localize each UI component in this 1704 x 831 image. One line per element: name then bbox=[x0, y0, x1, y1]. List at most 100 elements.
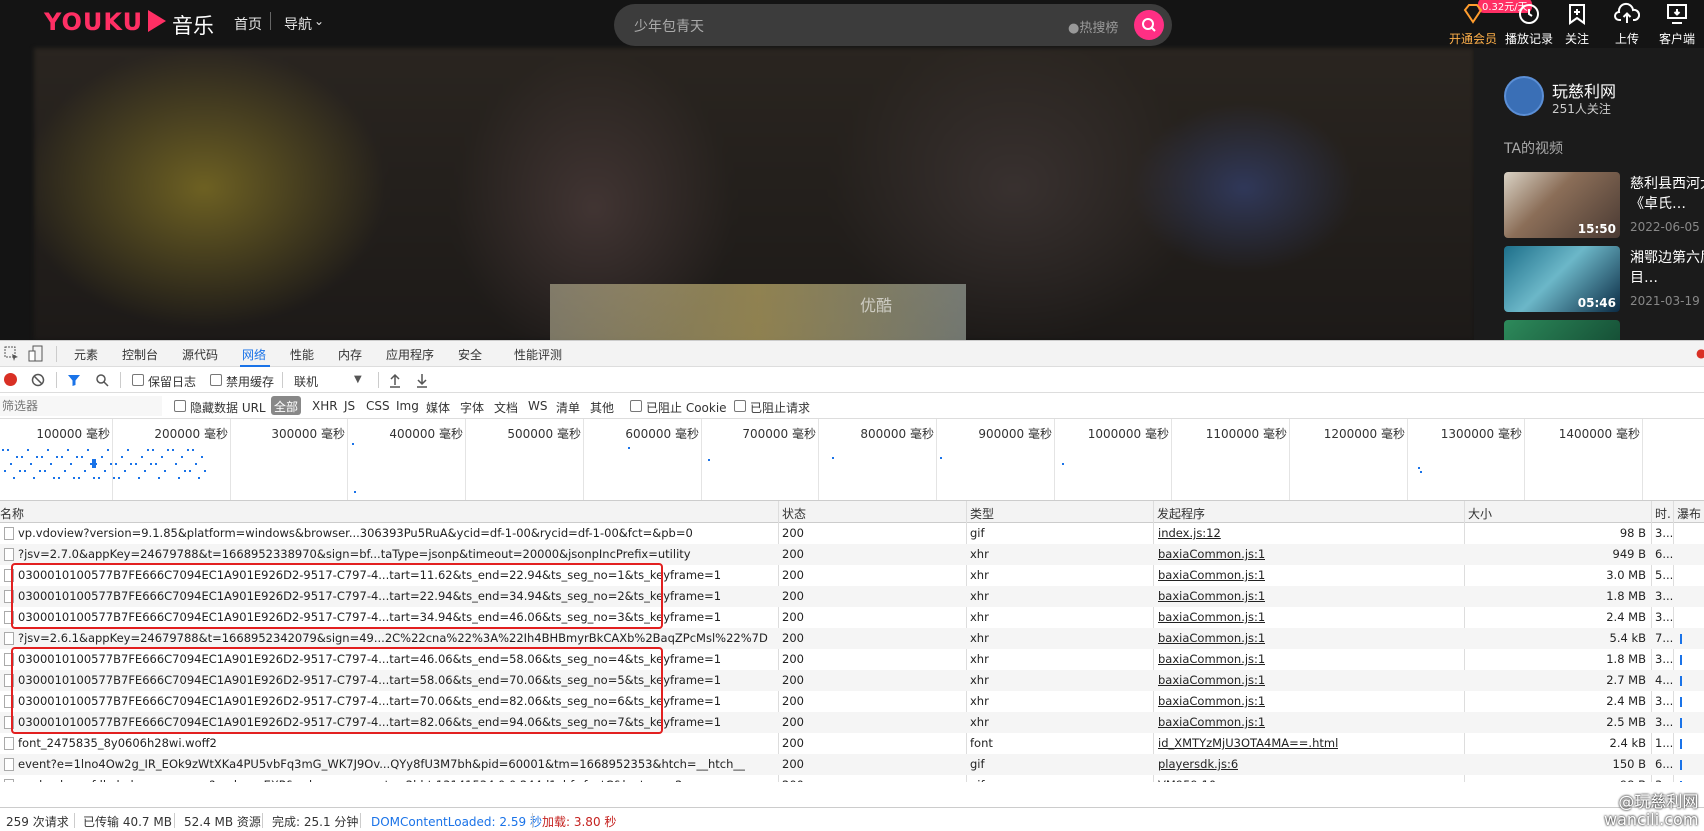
column-type[interactable]: 类型 bbox=[970, 505, 994, 522]
youku-logo[interactable]: YOUKU bbox=[44, 8, 143, 36]
column-size[interactable]: 大小 bbox=[1468, 505, 1492, 522]
request-initiator-link[interactable]: baxiaCommon.js:1 bbox=[1158, 547, 1265, 561]
tab-lighthouse[interactable]: 性能评测 bbox=[514, 346, 562, 363]
filter-media[interactable]: 媒体 bbox=[426, 399, 450, 416]
request-name[interactable]: ?jsv=2.7.0&appKey=24679788&t=16689523389… bbox=[18, 547, 778, 561]
request-name[interactable]: ?jsv=2.6.1&appKey=24679788&t=16689523420… bbox=[18, 631, 778, 645]
request-initiator-link[interactable]: baxiaCommon.js:1 bbox=[1158, 652, 1265, 666]
table-row[interactable]: ?jsv=2.7.0&appKey=24679788&t=16689523389… bbox=[0, 544, 1704, 565]
request-time: 5... bbox=[1655, 568, 1673, 582]
watermark-line: @玩慈利网 bbox=[1618, 792, 1699, 811]
search-input[interactable]: 少年包青天 bbox=[634, 16, 704, 36]
filter-js[interactable]: JS bbox=[344, 399, 355, 413]
hide-data-url-checkbox[interactable] bbox=[174, 400, 186, 412]
network-overview-timeline[interactable]: 100000 毫秒 200000 毫秒 300000 毫秒 400000 毫秒 5000… bbox=[0, 419, 1704, 501]
search-icon[interactable] bbox=[95, 373, 109, 387]
column-name[interactable]: 名称 bbox=[0, 505, 24, 522]
video-card[interactable]: 15:50 慈利县西河大桥重修《卓氏… 2022-06-05 bbox=[1504, 172, 1704, 238]
video-thumbnail[interactable]: 05:46 bbox=[1504, 246, 1620, 312]
timeline-gridline bbox=[230, 419, 231, 500]
channel-name[interactable]: 玩慈利网 bbox=[1552, 78, 1616, 102]
search-button[interactable] bbox=[1134, 10, 1164, 40]
table-row[interactable]: font_2475835_8y0606h28wi.woff2 200 font id_… bbox=[0, 733, 1704, 754]
filter-xhr[interactable]: XHR bbox=[312, 399, 338, 413]
tab-network[interactable]: 网络 bbox=[242, 346, 266, 363]
record-icon[interactable] bbox=[4, 373, 17, 386]
column-waterfall[interactable]: 瀑布 bbox=[1677, 505, 1701, 522]
column-initiator[interactable]: 发起程序 bbox=[1157, 505, 1205, 522]
video-card[interactable] bbox=[1504, 320, 1704, 340]
inspect-icon[interactable] bbox=[4, 346, 20, 362]
timeline-request-dot bbox=[352, 443, 354, 445]
request-initiator-link[interactable]: baxiaCommon.js:1 bbox=[1158, 631, 1265, 645]
tab-elements[interactable]: 元素 bbox=[74, 346, 98, 363]
request-initiator-link[interactable]: index.js:12 bbox=[1158, 526, 1221, 540]
video-thumbnail[interactable]: 15:50 bbox=[1504, 172, 1620, 238]
column-status[interactable]: 状态 bbox=[782, 505, 806, 522]
nav-home-link[interactable]: 首页 bbox=[234, 14, 262, 34]
follow-button[interactable]: 关注 bbox=[1552, 0, 1602, 47]
video-thumbnail[interactable] bbox=[1504, 320, 1620, 340]
timeline-request-dot bbox=[92, 459, 96, 468]
export-har-icon[interactable] bbox=[415, 372, 429, 388]
request-name[interactable]: vp.vdoview?version=9.1.85&platform=windo… bbox=[18, 526, 778, 540]
table-row[interactable]: ?jsv=2.6.1&appKey=24679788&t=16689523420… bbox=[0, 628, 1704, 649]
request-initiator-link[interactable]: VM959:10 bbox=[1158, 778, 1216, 782]
filter-input[interactable] bbox=[0, 396, 162, 416]
filter-all-button[interactable]: 全部 bbox=[271, 396, 302, 415]
filter-doc[interactable]: 文档 bbox=[494, 399, 518, 416]
history-button[interactable]: 播放记录 bbox=[1504, 0, 1554, 47]
request-name[interactable]: youkuplayer.fdl.ykplayer_process?gmkey=E… bbox=[18, 778, 778, 782]
blocked-requests-checkbox[interactable] bbox=[734, 400, 746, 412]
filter-manifest[interactable]: 清单 bbox=[556, 399, 580, 416]
request-initiator-link[interactable]: playersdk.js:6 bbox=[1158, 757, 1238, 771]
upload-button[interactable]: 上传 bbox=[1602, 0, 1652, 47]
tab-performance[interactable]: 性能 bbox=[290, 346, 314, 363]
tab-console[interactable]: 控制台 bbox=[122, 346, 158, 363]
search-bar[interactable]: 少年包青天 ●热搜榜 bbox=[614, 4, 1172, 46]
filter-css[interactable]: CSS bbox=[366, 399, 390, 413]
device-toggle-icon[interactable] bbox=[28, 345, 44, 363]
vip-button[interactable]: 开通会员 bbox=[1448, 0, 1498, 47]
tab-application[interactable]: 应用程序 bbox=[386, 346, 434, 363]
clear-icon[interactable] bbox=[31, 373, 45, 387]
timeline-request-dot bbox=[138, 477, 140, 479]
tab-sources[interactable]: 源代码 bbox=[182, 346, 218, 363]
request-name[interactable]: font_2475835_8y0606h28wi.woff2 bbox=[18, 736, 778, 750]
preserve-log-checkbox[interactable] bbox=[132, 374, 144, 386]
nav-guide-link[interactable]: 导航 bbox=[284, 14, 312, 34]
filter-icon[interactable] bbox=[67, 373, 81, 387]
blocked-cookies-checkbox[interactable] bbox=[630, 400, 642, 412]
tab-security[interactable]: 安全 bbox=[458, 346, 482, 363]
error-indicator-icon[interactable]: ● bbox=[1696, 346, 1704, 360]
request-initiator-link[interactable]: id_XMTYzMjU3OTA4MA==.html bbox=[1158, 736, 1338, 750]
table-row[interactable]: youkuplayer.fdl.ykplayer_process?gmkey=E… bbox=[0, 775, 1704, 782]
filter-ws[interactable]: WS bbox=[528, 399, 547, 413]
video-title[interactable]: 慈利县西河大桥重修《卓氏… bbox=[1630, 174, 1704, 214]
dropdown-arrow-icon[interactable]: ▼ bbox=[354, 374, 362, 385]
video-title[interactable]: 湘鄂边第六届艺术节剧目… bbox=[1630, 248, 1704, 288]
disable-cache-checkbox[interactable] bbox=[210, 374, 222, 386]
throttle-select[interactable]: 联机 bbox=[294, 373, 318, 390]
request-initiator-link[interactable]: baxiaCommon.js:1 bbox=[1158, 610, 1265, 624]
video-card[interactable]: 05:46 湘鄂边第六届艺术节剧目… 2021-03-19 bbox=[1504, 246, 1704, 312]
request-initiator-link[interactable]: baxiaCommon.js:1 bbox=[1158, 673, 1265, 687]
hot-search-link[interactable]: ●热搜榜 bbox=[1068, 17, 1118, 36]
table-row[interactable]: vp.vdoview?version=9.1.85&platform=windo… bbox=[0, 523, 1704, 544]
import-har-icon[interactable] bbox=[388, 372, 402, 388]
request-initiator-link[interactable]: baxiaCommon.js:1 bbox=[1158, 694, 1265, 708]
filter-img[interactable]: Img bbox=[396, 399, 419, 413]
request-initiator-link[interactable]: baxiaCommon.js:1 bbox=[1158, 589, 1265, 603]
filter-other[interactable]: 其他 bbox=[590, 399, 614, 416]
column-time[interactable]: 时. bbox=[1655, 505, 1671, 522]
request-initiator-link[interactable]: baxiaCommon.js:1 bbox=[1158, 715, 1265, 729]
client-button[interactable]: 客户端 bbox=[1652, 0, 1702, 47]
tab-memory[interactable]: 内存 bbox=[338, 346, 362, 363]
request-initiator-link[interactable]: baxiaCommon.js:1 bbox=[1158, 568, 1265, 582]
request-name[interactable]: event?e=1lno4Ow2g_IR_EOk9zWtXKa4PU5vbFq3… bbox=[18, 757, 778, 771]
channel-avatar[interactable] bbox=[1504, 76, 1544, 116]
timeline-request-dot bbox=[56, 456, 58, 458]
table-row[interactable]: event?e=1lno4Ow2g_IR_EOk9zWtXKa4PU5vbFq3… bbox=[0, 754, 1704, 775]
request-size: 1.8 MB bbox=[1606, 652, 1646, 666]
filter-font[interactable]: 字体 bbox=[460, 399, 484, 416]
